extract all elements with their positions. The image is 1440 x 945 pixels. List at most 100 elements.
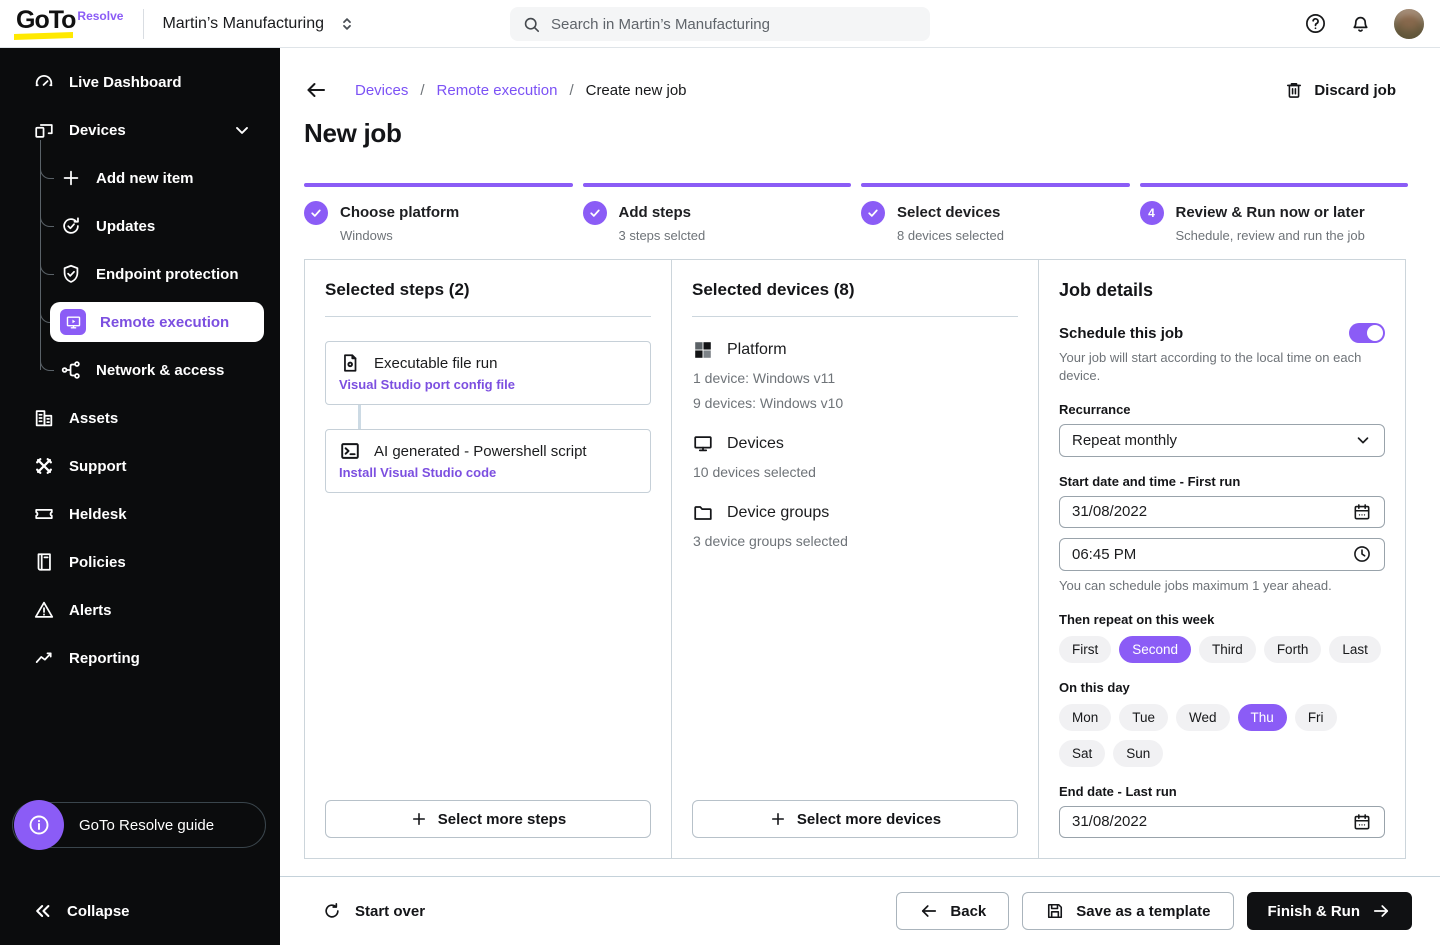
breadcrumb-separator: / [569,82,573,99]
job-details-panel: Job details Schedule this job Your job w… [1038,259,1406,859]
chip-wed[interactable]: Wed [1176,704,1230,731]
chip-second[interactable]: Second [1119,636,1191,663]
button-label: Select more devices [797,811,941,828]
selected-devices-panel: Selected devices (8) Platform 1 device: … [671,259,1039,859]
start-date-input[interactable] [1072,503,1352,520]
shield-check-icon [60,263,82,285]
chevron-down-icon[interactable] [232,120,252,140]
end-date-input[interactable] [1072,813,1352,830]
sidebar-item-add-new-item[interactable]: Add new item [40,154,280,202]
step-card-powershell[interactable]: AI generated - Powershell script Install… [325,429,651,493]
plus-icon [410,810,428,828]
gauge-icon [33,71,55,93]
recurrence-select[interactable]: Repeat monthly [1059,424,1385,457]
step-progress-bar [861,183,1130,187]
help-button[interactable] [1304,12,1327,35]
network-icon [60,359,82,381]
chip-first[interactable]: First [1059,636,1111,663]
chip-sat[interactable]: Sat [1059,740,1105,767]
sidebar-item-updates[interactable]: Updates [40,202,280,250]
clock-icon[interactable] [1352,544,1372,564]
step-title: Review & Run now or later [1176,201,1365,225]
day-chip-group-row2: Sat Sun [1059,740,1385,767]
sidebar-item-endpoint-protection[interactable]: Endpoint protection [40,250,280,298]
back-arrow-button[interactable] [304,78,328,102]
step-select-devices[interactable]: Select devices 8 devices selected [861,183,1130,243]
step-card-link[interactable]: Install Visual Studio code [339,465,496,480]
discard-job-button[interactable]: Discard job [1284,80,1396,100]
info-circle-icon[interactable] [14,800,64,850]
chip-mon[interactable]: Mon [1059,704,1111,731]
finish-and-run-button[interactable]: Finish & Run [1247,892,1413,930]
step-choose-platform[interactable]: Choose platform Windows [304,183,573,243]
chip-fri[interactable]: Fri [1295,704,1337,731]
recurrence-value: Repeat monthly [1072,432,1177,449]
footer-action-bar: Start over Back Save as a template Finis… [280,876,1440,945]
page-title: New job [304,118,1440,149]
sidebar-item-remote-execution[interactable]: Remote execution [40,298,280,346]
chip-third[interactable]: Third [1199,636,1256,663]
org-switcher[interactable]: Martin’s Manufacturing [162,15,356,33]
org-name: Martin’s Manufacturing [162,15,324,33]
select-more-devices-button[interactable]: Select more devices [692,800,1018,838]
chip-forth[interactable]: Forth [1264,636,1322,663]
sidebar: Live Dashboard Devices Add new item Upda… [0,48,280,945]
step-add-steps[interactable]: Add steps 3 steps selcted [583,183,852,243]
chip-sun[interactable]: Sun [1113,740,1163,767]
sidebar-item-support[interactable]: Support [0,442,280,490]
start-datetime-label: Start date and time - First run [1059,474,1385,489]
device-group-title: Devices [727,435,784,453]
step-subtitle: Windows [340,228,459,243]
sidebar-item-live-dashboard[interactable]: Live Dashboard [0,58,280,106]
buildings-icon [33,407,55,429]
button-label: Finish & Run [1268,903,1361,920]
device-group-title: Device groups [727,504,829,522]
start-over-button[interactable]: Start over [322,901,425,921]
divider [692,316,1018,317]
select-more-steps-button[interactable]: Select more steps [325,800,651,838]
calendar-icon[interactable] [1352,812,1372,832]
device-group-line: 3 device groups selected [692,533,1018,549]
chip-last[interactable]: Last [1329,636,1381,663]
goto-resolve-logo[interactable]: GoTo Resolve [16,8,123,39]
sidebar-item-network-access[interactable]: Network & access [40,346,280,394]
back-button[interactable]: Back [896,892,1009,930]
search-input[interactable] [551,16,918,33]
step-card-executable[interactable]: Executable file run Visual Studio port c… [325,341,651,405]
breadcrumb: Devices / Remote execution / Create new … [355,82,687,99]
calendar-icon[interactable] [1352,502,1372,522]
arrow-left-icon [919,901,939,921]
step-card-link[interactable]: Visual Studio port config file [339,377,515,392]
collapse-sidebar-button[interactable]: Collapse [0,901,280,921]
line-chart-icon [33,647,55,669]
sidebar-item-assets[interactable]: Assets [0,394,280,442]
save-as-template-button[interactable]: Save as a template [1022,892,1233,930]
start-date-field [1059,496,1385,529]
step-progress-bar [583,183,852,187]
windows-logo-icon [692,339,714,361]
step-review-run[interactable]: 4 Review & Run now or later Schedule, re… [1140,183,1409,243]
schedule-toggle[interactable] [1349,323,1385,343]
sidebar-item-alerts[interactable]: Alerts [0,586,280,634]
chip-tue[interactable]: Tue [1119,704,1168,731]
sidebar-item-policies[interactable]: Policies [0,538,280,586]
avatar[interactable] [1394,9,1424,39]
sidebar-item-reporting[interactable]: Reporting [0,634,280,682]
terminal-icon [339,440,361,462]
notifications-button[interactable] [1349,12,1372,35]
sidebar-item-label: Assets [69,410,118,427]
plus-icon [60,167,82,189]
device-group-title: Platform [727,341,787,359]
panel-title: Job details [1059,280,1385,301]
day-chip-group-row1: Mon Tue Wed Thu Fri [1059,704,1385,731]
breadcrumb-devices[interactable]: Devices [355,82,408,99]
breadcrumb-separator: / [420,82,424,99]
check-circle-icon [583,201,607,225]
start-time-input[interactable] [1072,546,1352,563]
sidebar-item-heldesk[interactable]: Heldesk [0,490,280,538]
remote-execution-icon [60,309,86,335]
chip-thu[interactable]: Thu [1238,704,1287,731]
breadcrumb-remote-execution[interactable]: Remote execution [437,82,558,99]
device-group-line: 9 devices: Windows v10 [692,395,1018,411]
step-connector-line [358,405,361,429]
